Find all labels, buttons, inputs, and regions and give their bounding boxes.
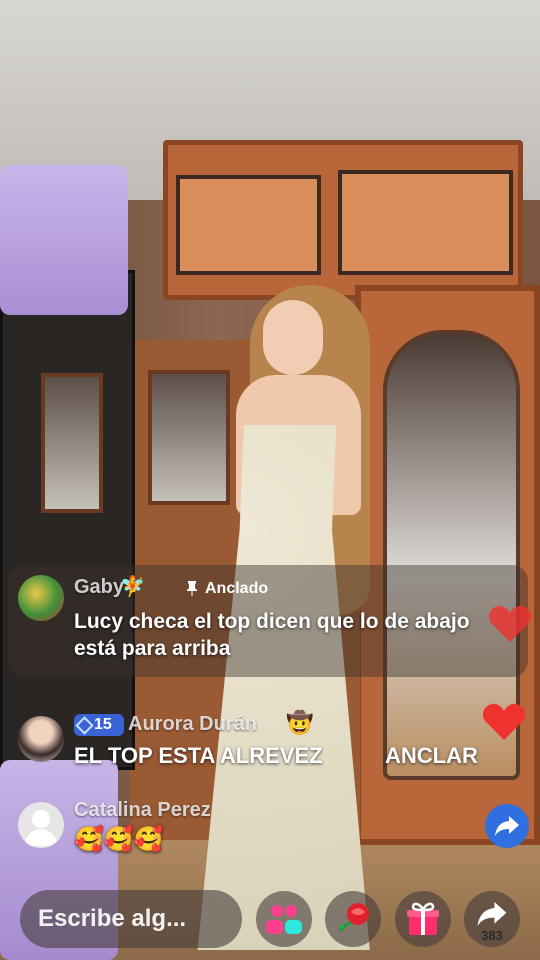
pinned-comment-text: Lucy checa el top dicen que lo de abajo … [74, 610, 470, 660]
left-cabinet [0, 270, 135, 770]
catalina-comment-text: 🥰🥰🥰 [74, 826, 164, 853]
rose-icon [338, 903, 369, 932]
share-button[interactable]: 383 [464, 891, 520, 947]
share-arrow-icon [495, 816, 519, 836]
comment-input[interactable]: Escribe alg... [20, 890, 242, 948]
shelf-glass [148, 370, 230, 505]
guests-button[interactable] [256, 891, 312, 947]
username-gaby[interactable]: Gaby [74, 576, 124, 599]
comment-input-placeholder: Escribe alg... [38, 905, 187, 932]
default-avatar-icon [24, 810, 58, 846]
heart-icon [488, 605, 532, 642]
gift-button[interactable] [395, 891, 451, 947]
fairy-emoji-icon: 🧚 [120, 576, 145, 598]
cabinet-panel [176, 175, 321, 275]
shelf-glass [41, 373, 103, 513]
pinned-label: Anclado [205, 580, 269, 597]
diamond-icon [75, 715, 94, 735]
gift-icon [407, 902, 439, 935]
heart-icon [482, 703, 526, 740]
level-badge: 15 [74, 714, 124, 736]
cowboy-emoji-icon: 🤠 [286, 710, 314, 735]
level-number: 15 [94, 716, 112, 733]
share-fab-button[interactable] [485, 804, 529, 848]
suitcase-top [0, 165, 128, 315]
pin-comment-button[interactable]: ANCLAR [385, 742, 478, 769]
pin-icon [186, 580, 198, 601]
streamer-face [263, 300, 323, 375]
guests-icon [266, 905, 302, 934]
username-aurora[interactable]: Aurora Durán [128, 713, 257, 736]
share-count: 383 [481, 928, 503, 943]
aurora-comment-text: EL TOP ESTA ALREVEZ [74, 743, 323, 768]
avatar-catalina[interactable] [18, 802, 64, 848]
share-icon [477, 902, 507, 926]
wardrobe-upper-cabinet [163, 140, 523, 300]
bottom-bar: Escribe alg... 383 [0, 885, 540, 955]
username-catalina[interactable]: Catalina Perez [74, 799, 211, 822]
avatar-gaby[interactable] [18, 575, 64, 621]
rose-gift-button[interactable] [325, 891, 381, 947]
cabinet-panel [338, 170, 513, 275]
avatar-aurora[interactable] [18, 716, 64, 762]
